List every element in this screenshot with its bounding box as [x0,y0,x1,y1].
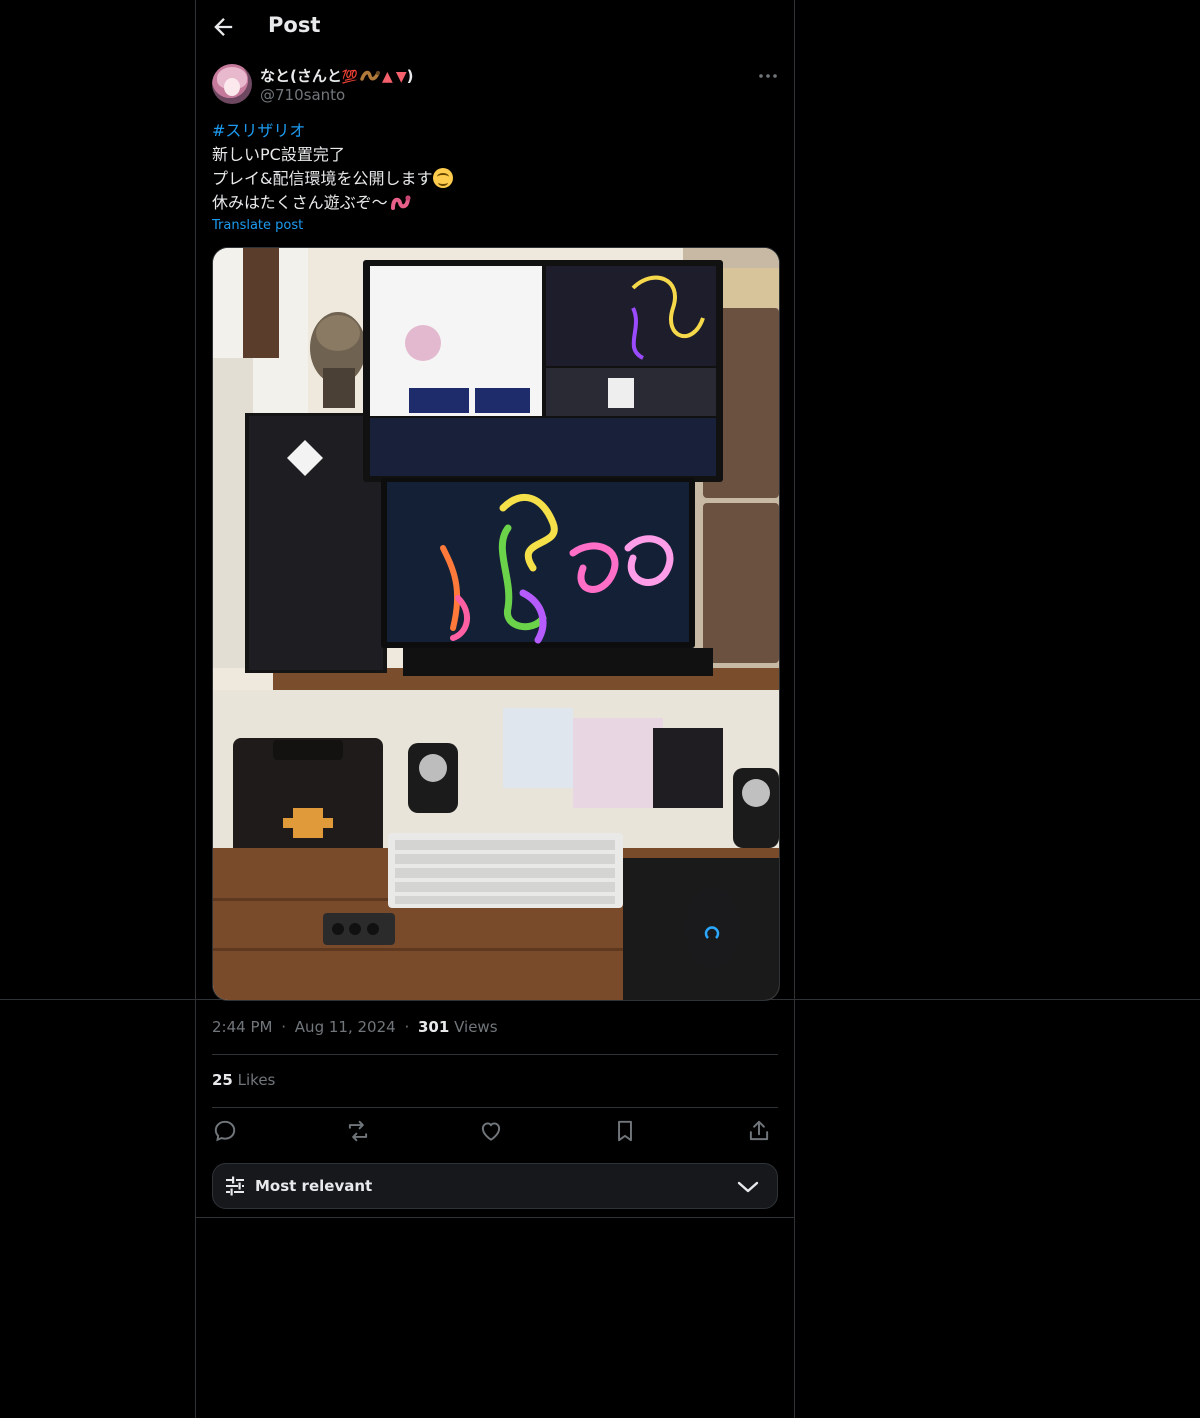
bookmark-icon[interactable] [612,1118,638,1144]
action-bar [212,1118,778,1146]
views-count: 301 [418,1018,450,1036]
replies-sort-dropdown[interactable]: Most relevant [212,1163,778,1209]
translate-post-link[interactable]: Translate post [212,218,303,233]
author-handle[interactable]: @710santo [260,86,345,104]
divider [212,1107,778,1108]
post-line-3: プレイ&配信環境を公開します [212,169,433,188]
meta-dot-1: · [281,1018,287,1036]
page-title: Post [268,13,321,37]
hundred-points-icon: 💯 [341,70,359,85]
post-line-2: 新しいPC設置完了 [212,145,345,164]
divider [196,1217,794,1218]
worm-icon [360,70,381,81]
desk-setup-illustration [213,248,779,1000]
divider [212,1054,778,1055]
views-label: Views [454,1018,498,1036]
meta-dot-2: · [404,1018,410,1036]
post-text: #スリザリオ 新しいPC設置完了 プレイ&配信環境を公開します 休みはたくさん遊… [212,119,772,215]
smiling-face-icon [433,168,454,188]
like-icon[interactable] [478,1118,504,1144]
more-options-icon[interactable] [756,66,780,86]
post-time[interactable]: 2:44 PM [212,1018,272,1036]
back-arrow-icon[interactable] [210,13,238,41]
likes-label: Likes [237,1071,276,1089]
top-bar: Post [196,0,794,54]
share-icon[interactable] [746,1118,772,1144]
primary-column: Post なと(さんと💯 ▲ ▼) @710santo #スリザリオ 新しいPC設置… [195,0,795,1418]
author-name[interactable]: なと(さんと💯 ▲ ▼) [260,65,413,86]
post-media-image[interactable] [212,247,780,1001]
post-date[interactable]: Aug 11, 2024 [295,1018,396,1036]
likes-stat[interactable]: 25 Likes [212,1071,275,1089]
sliders-icon [225,1176,245,1196]
worm-emoji-icon [390,195,411,210]
author-name-close: ) [406,67,414,85]
repost-icon[interactable] [345,1118,371,1144]
post-line-4: 休みはたくさん遊ぶぞ〜 [212,193,388,212]
sort-label: Most relevant [255,1177,373,1195]
hashtag-link[interactable]: #スリザリオ [212,121,305,140]
triangle-down-icon: ▼ [395,69,407,85]
chevron-down-icon [737,1177,759,1197]
post-meta: 2:44 PM · Aug 11, 2024 · 301 Views [212,1018,498,1036]
author-name-text: なと(さんと [260,67,342,85]
avatar-face [224,78,240,96]
likes-count: 25 [212,1071,233,1089]
triangle-up-icon: ▲ [382,69,393,85]
avatar[interactable] [212,64,252,104]
reply-icon[interactable] [212,1118,238,1144]
